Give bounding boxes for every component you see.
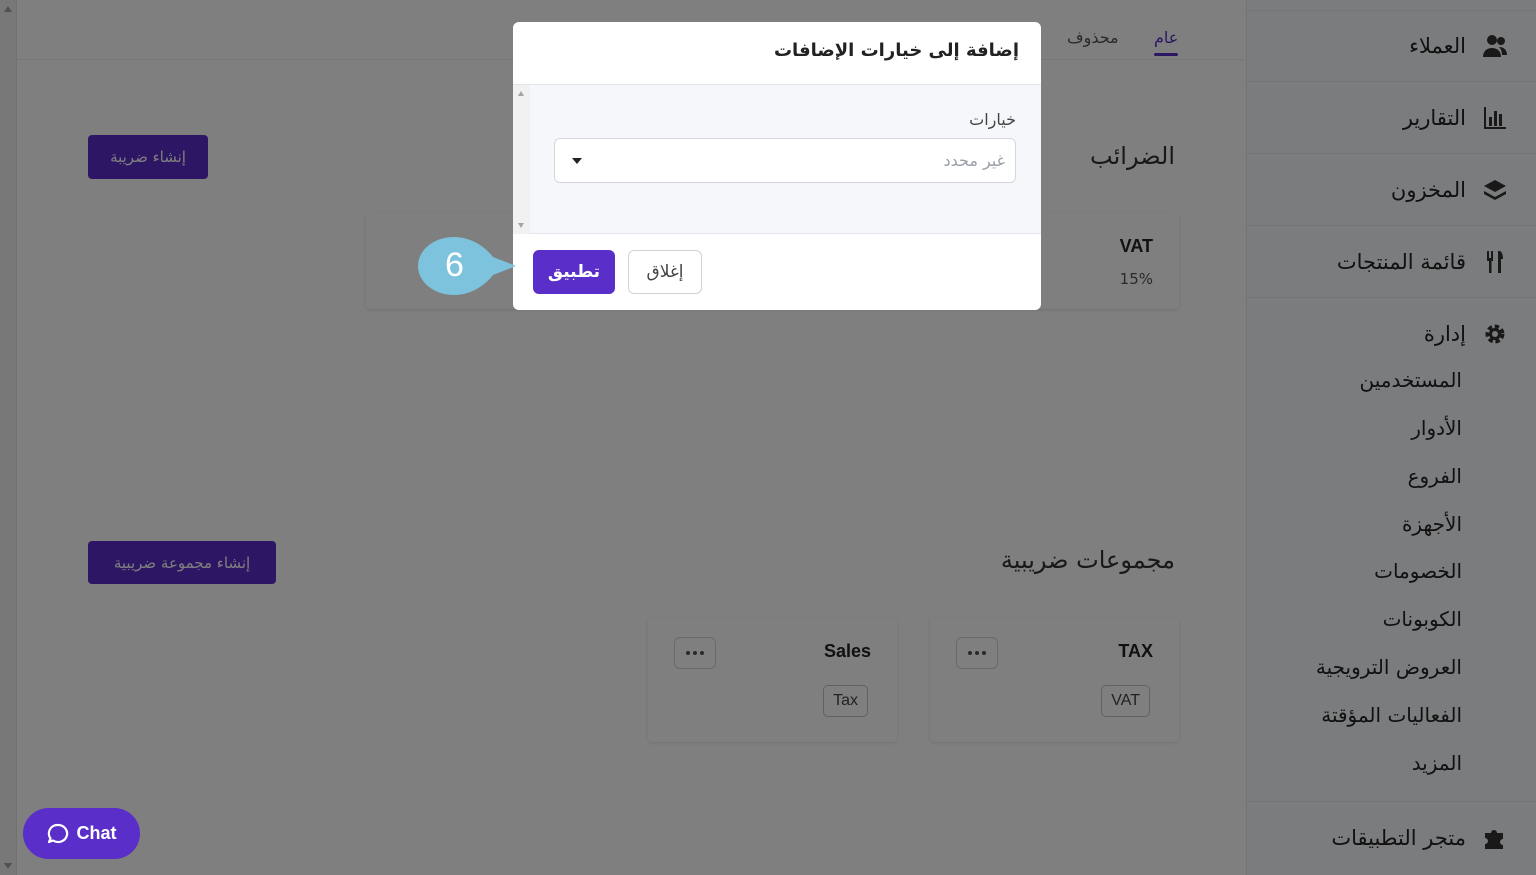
scroll-down-arrow[interactable]: [518, 223, 524, 228]
close-button[interactable]: إغلاق: [628, 250, 702, 294]
apply-button[interactable]: تطبيق: [533, 250, 615, 294]
add-to-addon-options-modal: إضافة إلى خيارات الإضافات خيارات تطبيق إ…: [513, 22, 1041, 310]
chat-label: Chat: [76, 823, 117, 843]
modal-header: إضافة إلى خيارات الإضافات: [513, 22, 1041, 85]
chat-bubble-icon: [47, 823, 68, 843]
options-field-label: خيارات: [969, 110, 1016, 129]
modal-body-scrollbar[interactable]: [513, 85, 530, 234]
chat-button[interactable]: Chat: [23, 808, 140, 859]
options-select[interactable]: [554, 138, 1016, 183]
scroll-up-arrow[interactable]: [518, 91, 524, 96]
step-marker-number: 6: [445, 245, 464, 284]
chevron-down-icon[interactable]: [572, 158, 582, 164]
modal-title: إضافة إلى خيارات الإضافات: [773, 40, 1019, 61]
modal-body: خيارات: [513, 85, 1041, 234]
